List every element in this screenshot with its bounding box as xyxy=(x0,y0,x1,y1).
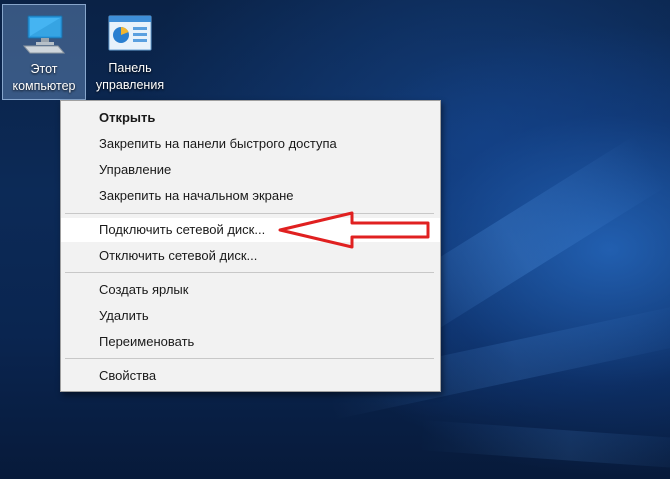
computer-icon xyxy=(20,13,68,57)
menu-item-manage[interactable]: Управление xyxy=(61,158,440,182)
annotation-arrow-icon xyxy=(278,211,430,249)
desktop-icon-label: компьютер xyxy=(12,79,76,93)
desktop-background: Этот компьютер Панель управления Открыть… xyxy=(0,0,670,479)
desktop-icon-label: Этот xyxy=(30,62,58,76)
menu-item-rename[interactable]: Переименовать xyxy=(61,330,440,354)
desktop-icon-label: Панель xyxy=(108,61,152,75)
menu-item-delete[interactable]: Удалить xyxy=(61,304,440,328)
menu-separator xyxy=(65,358,434,359)
desktop-icon-this-pc[interactable]: Этот компьютер xyxy=(2,4,86,100)
desktop-icon-label: управления xyxy=(95,78,165,92)
menu-item-create-shortcut[interactable]: Создать ярлык xyxy=(61,278,440,302)
wallpaper-light-beam xyxy=(418,420,670,471)
menu-item-pin-quick-access[interactable]: Закрепить на панели быстрого доступа xyxy=(61,132,440,156)
menu-item-pin-start[interactable]: Закрепить на начальном экране xyxy=(61,184,440,208)
menu-separator xyxy=(65,272,434,273)
control-panel-icon xyxy=(106,12,154,56)
menu-item-properties[interactable]: Свойства xyxy=(61,364,440,388)
desktop-icon-control-panel[interactable]: Панель управления xyxy=(88,4,172,100)
menu-item-open[interactable]: Открыть xyxy=(61,106,440,130)
